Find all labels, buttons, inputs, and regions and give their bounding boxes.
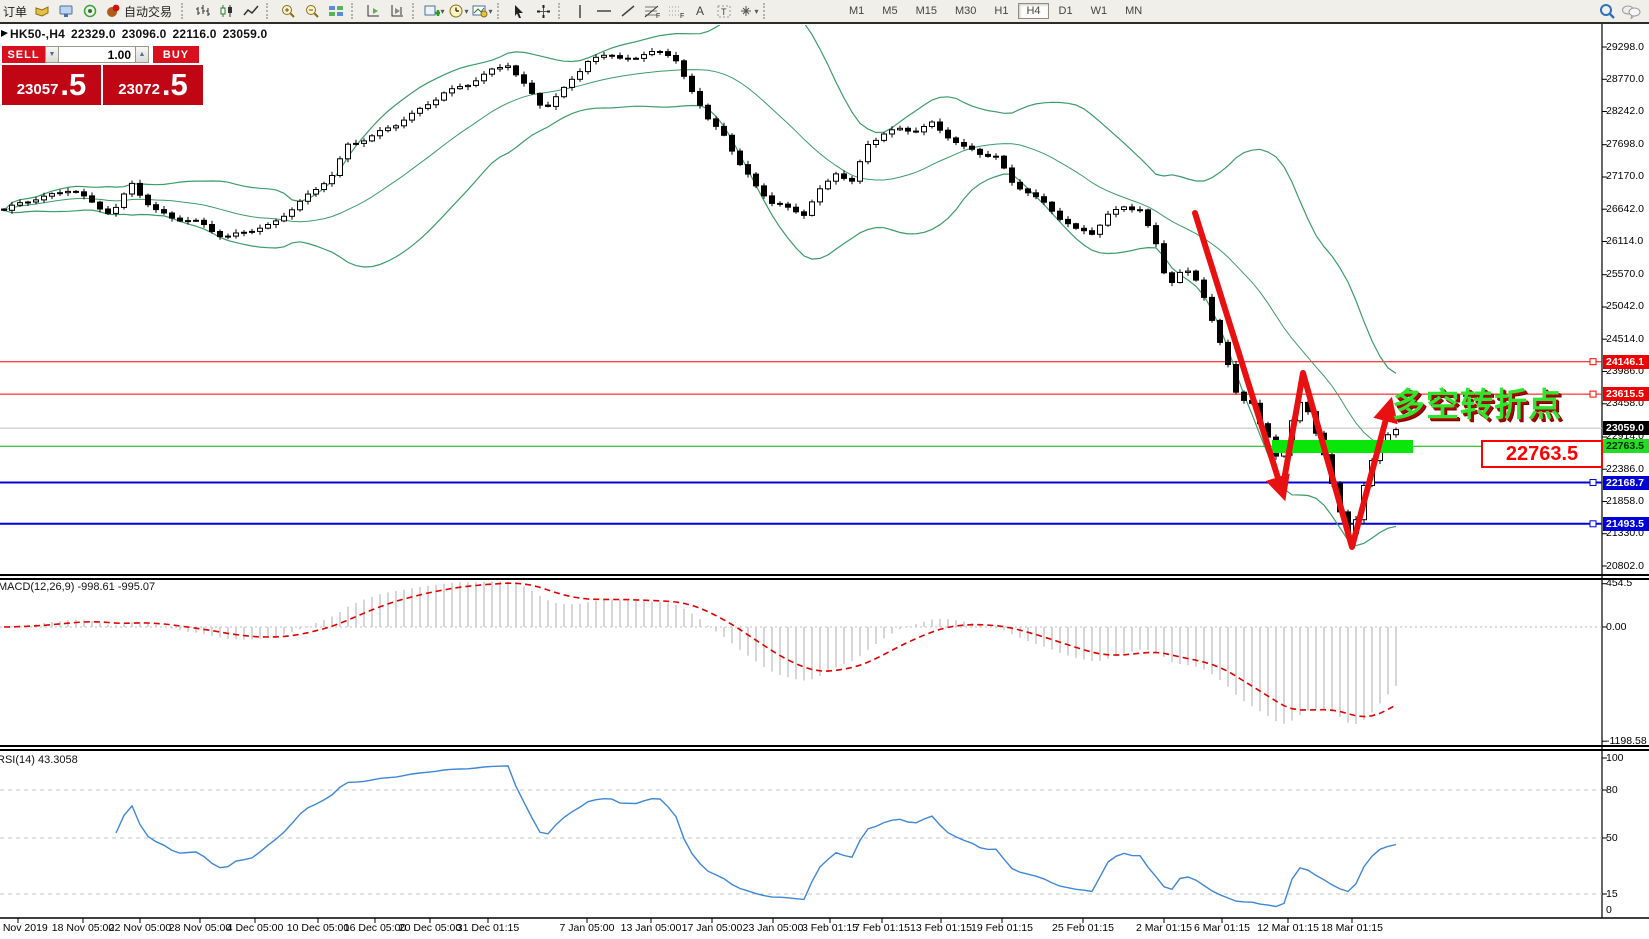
sell-button[interactable]: SELL <box>2 46 45 63</box>
buy-button[interactable]: BUY <box>153 46 199 63</box>
volume-increase-button[interactable]: ▲ <box>135 46 149 63</box>
price-tick-label: 27698.0 <box>1606 138 1649 150</box>
sell-price-display[interactable]: 23057 .5 <box>2 65 101 105</box>
buy-price-display[interactable]: 23072 .5 <box>103 65 203 105</box>
turning-point-annotation[interactable]: 多空转折点 <box>1392 378 1562 426</box>
volume-input[interactable] <box>59 46 135 63</box>
price-tick-label: 27170.0 <box>1606 170 1649 182</box>
price-tick-label: 24514.0 <box>1606 333 1649 345</box>
chart-canvas[interactable] <box>0 0 1649 939</box>
rsi-tick-label: 0 <box>1606 904 1649 916</box>
price-tick-label: 20802.0 <box>1606 560 1649 572</box>
mt4-window: 订单 自动交易 <box>0 0 1649 939</box>
rsi-tick-label: 80 <box>1606 784 1649 796</box>
price-tick-label: 29298.0 <box>1606 41 1649 53</box>
price-level-label: 23059.0 <box>1603 421 1649 435</box>
rsi-tick-label: 100 <box>1606 752 1649 764</box>
macd-tick-label: -1198.58 <box>1606 735 1649 747</box>
macd-label: MACD(12,26,9) -998.61 -995.07 <box>0 581 155 593</box>
price-level-label: 22168.7 <box>1603 476 1649 490</box>
macd-tick-label: 0.00 <box>1606 621 1649 633</box>
price-tick-label: 26114.0 <box>1606 235 1649 247</box>
ohlc-low: 22116.0 <box>173 27 217 41</box>
line-handle[interactable] <box>1590 391 1596 397</box>
chart-ohlc-header: HK50-,H4 22329.0 23096.0 22116.0 23059.0 <box>10 27 273 41</box>
ohlc-close: 23059.0 <box>223 27 268 41</box>
macd-tick-label: 454.5 <box>1606 577 1649 589</box>
line-handle[interactable] <box>1590 480 1596 486</box>
price-tick-label: 21858.0 <box>1606 495 1649 507</box>
one-click-trade-panel: SELL ▼ ▲ BUY 23057 .5 23072 .5 <box>2 46 204 105</box>
rsi-tick-label: 15 <box>1606 888 1649 900</box>
price-tick-label: 22386.0 <box>1606 463 1649 475</box>
time-tick-label: 18 Mar 01:15 <box>1312 922 1392 934</box>
line-handle[interactable] <box>1590 521 1596 527</box>
price-level-label: 22763.5 <box>1603 439 1649 453</box>
time-tick-label: 19 Feb 01:15 <box>962 922 1042 934</box>
volume-decrease-button[interactable]: ▼ <box>45 46 59 63</box>
symbol-marker-icon <box>1 30 8 37</box>
line-handle[interactable] <box>1590 359 1596 365</box>
rsi-label: RSI(14) 43.3058 <box>0 754 78 766</box>
rsi-tick-label: 50 <box>1606 832 1649 844</box>
ohlc-open: 22329.0 <box>71 27 116 41</box>
price-tick-label: 26642.0 <box>1606 203 1649 215</box>
price-tick-label: 28242.0 <box>1606 105 1649 117</box>
price-tick-label: 28770.0 <box>1606 73 1649 85</box>
price-level-label: 23615.5 <box>1603 387 1649 401</box>
ohlc-high: 23096.0 <box>122 27 167 41</box>
time-tick-label: 25 Feb 01:15 <box>1043 922 1123 934</box>
symbol-name: HK50-,H4 <box>10 27 65 41</box>
price-tick-label: 25042.0 <box>1606 300 1649 312</box>
price-level-label: 21493.5 <box>1603 517 1649 531</box>
time-tick-label: 31 Dec 01:15 <box>448 922 528 934</box>
price-level-annotation-box[interactable]: 22763.5 <box>1481 440 1603 468</box>
price-level-label: 24146.1 <box>1603 355 1649 369</box>
price-tick-label: 25570.0 <box>1606 268 1649 280</box>
